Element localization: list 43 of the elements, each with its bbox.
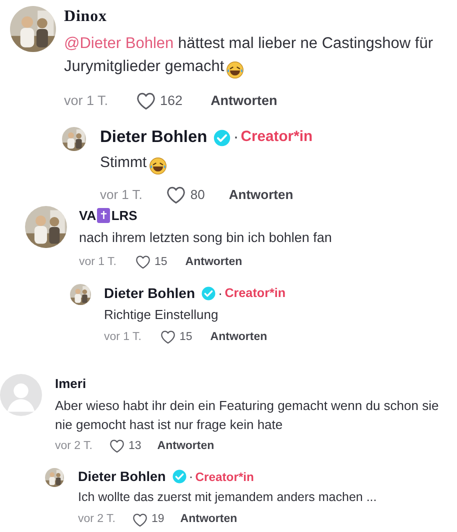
heart-icon[interactable] [136, 92, 156, 110]
username: Dieter Bohlen [104, 284, 196, 303]
reply-button[interactable]: Antworten [210, 91, 278, 112]
comment-text: nach ihrem letzten song bin ich bohlen fan [79, 228, 333, 247]
reply-button[interactable]: Antworten [228, 185, 294, 204]
comment-text: Stimmt [100, 152, 457, 177]
like-count: 162 [160, 92, 183, 110]
heart-icon[interactable] [132, 512, 148, 527]
reply-button[interactable]: Antworten [157, 438, 214, 455]
like-count: 19 [152, 512, 164, 527]
default-avatar-icon [0, 374, 42, 416]
comment-time: vor 1 T. [100, 186, 142, 204]
like-count: 80 [190, 186, 205, 204]
username: VA ✝ LRS [79, 207, 138, 226]
comment-time: vor 2 T. [55, 438, 92, 454]
creator-label: Creator*in [224, 284, 286, 302]
comment-time: vor 1 T. [104, 330, 142, 345]
creator-label: Creator*in [195, 468, 254, 486]
username: Dieter Bohlen [78, 468, 166, 486]
username: Imeri [55, 375, 88, 393]
comment-text: @Dieter Bohlen hättest mal lieber ne Castingshow für Jurymitglieder gemacht [64, 32, 457, 81]
separator-dot: · [188, 468, 194, 486]
heart-icon[interactable] [134, 255, 150, 270]
comment-text: Ich wollte das zuerst mit jemandem anders machen ... [78, 489, 378, 506]
reply-button[interactable]: Antworten [185, 254, 242, 271]
reply-button[interactable]: Antworten [210, 328, 268, 346]
heart-icon[interactable] [108, 439, 124, 454]
heart-icon[interactable] [160, 330, 176, 344]
comment-text: Aber wieso habt ihr dein ein Featuring gemacht wenn du schon sie nie gemocht hast ist nur frage kein hate [55, 396, 440, 434]
heart-icon[interactable] [166, 186, 186, 204]
like-count: 13 [128, 438, 142, 454]
separator-dot: · [233, 127, 239, 148]
username: Dieter Bohlen [100, 127, 208, 148]
comment-time: vor 1 T. [64, 92, 108, 110]
comment-time: vor 1 T. [79, 254, 116, 270]
username: Dinox [64, 7, 108, 27]
reply-button[interactable]: Antworten [180, 511, 238, 528]
comment-text: Richtige Einstellung [104, 306, 220, 324]
creator-label: Creator*in [240, 128, 313, 148]
comment-time: vor 2 T. [78, 512, 116, 527]
like-count: 15 [180, 330, 192, 345]
like-count: 15 [154, 254, 168, 270]
separator-dot: · [218, 284, 223, 303]
